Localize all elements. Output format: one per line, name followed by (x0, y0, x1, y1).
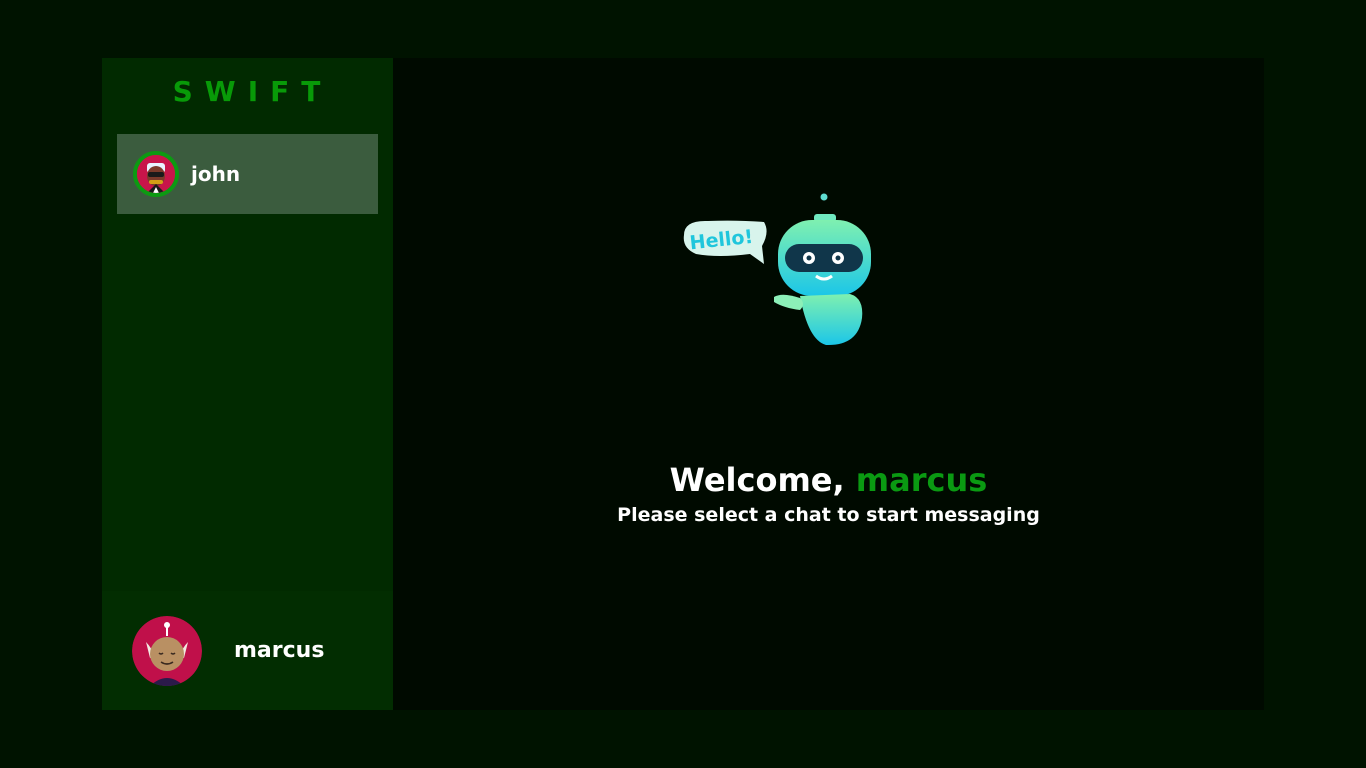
marcus-avatar-icon (132, 615, 202, 686)
current-user-name: marcus (234, 638, 325, 663)
robot-illustration: Hello! (683, 193, 871, 346)
john-avatar-icon (137, 155, 175, 193)
contact-list: john (102, 124, 393, 214)
contact-avatar (133, 151, 179, 197)
welcome-subtitle: Please select a chat to start messaging (617, 504, 1040, 526)
welcome-message: Welcome, marcus Please select a chat to … (393, 458, 1264, 526)
user-avatar[interactable] (132, 615, 202, 686)
sidebar: SWIFT john marcus (102, 58, 393, 710)
welcome-username: marcus (855, 461, 988, 499)
welcome-prefix: Welcome, (669, 461, 845, 499)
contact-name: john (191, 162, 241, 186)
contact-item-john[interactable]: john (117, 134, 378, 214)
brand-logo: SWIFT (172, 74, 333, 108)
welcome-heading: Welcome, marcus (393, 458, 1264, 502)
current-user-panel: marcus (102, 591, 393, 710)
chat-main-panel: Hello! Welcome, marcus Please select a c… (393, 58, 1264, 710)
chat-app: SWIFT john marcus Hello! Welcome, marcus… (102, 58, 1264, 710)
